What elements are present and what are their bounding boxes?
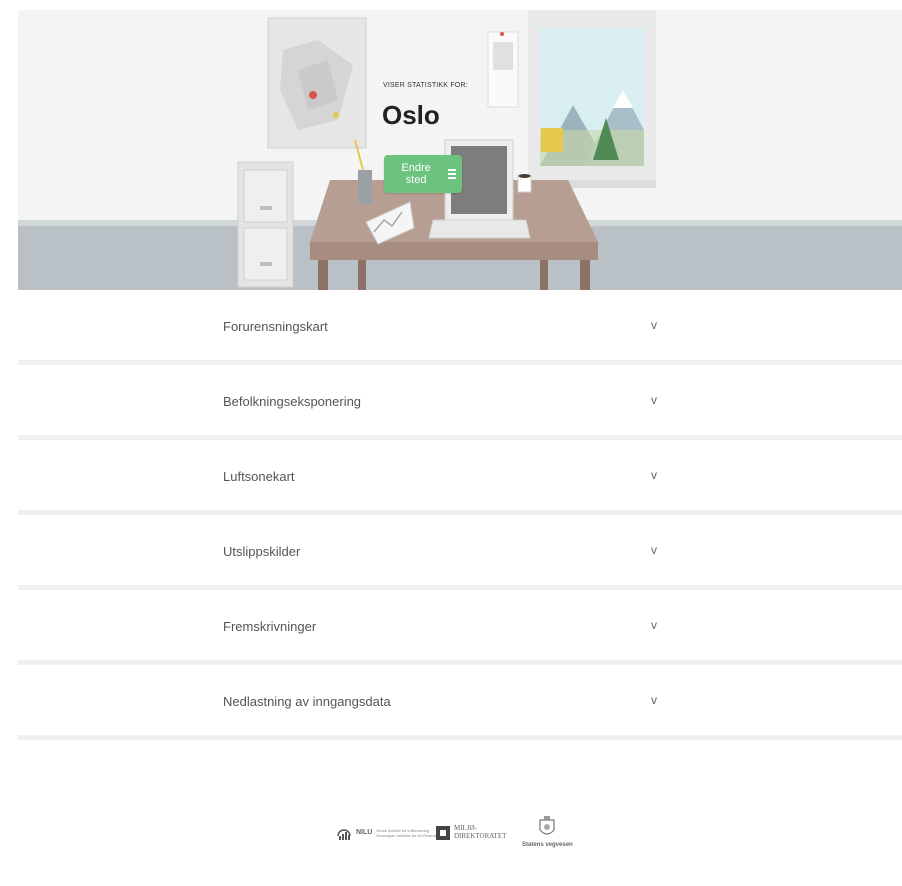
menu-icon (448, 167, 456, 181)
section-label: Nedlastning av inngangsdata (223, 694, 391, 709)
section-utslippskilder[interactable]: Utslippskilder v (18, 515, 902, 590)
section-fremskrivninger[interactable]: Fremskrivninger v (18, 590, 902, 665)
section-befolkningseksponering[interactable]: Befolkningseksponering v (18, 365, 902, 440)
accordion-list: Forurensningskart v Befolkningseksponeri… (18, 290, 902, 740)
vegvesen-crest-icon (539, 816, 555, 835)
vegvesen-name: Statens vegvesen (522, 842, 573, 848)
nilu-line2: Norwegian Institute for Air Research (376, 833, 441, 838)
nilu-name: NILU (356, 829, 373, 837)
section-label: Befolkningseksponering (223, 394, 362, 409)
city-name: Oslo (382, 100, 440, 130)
chevron-down-icon[interactable]: v (651, 693, 657, 707)
section-forurensningskart[interactable]: Forurensningskart v (18, 290, 902, 365)
office-illustration (18, 10, 902, 290)
chevron-down-icon[interactable]: v (651, 318, 657, 332)
section-label: Fremskrivninger (223, 619, 317, 634)
section-luftsonekart[interactable]: Luftsonekart v (18, 440, 902, 515)
map-poster (267, 17, 367, 149)
window (528, 10, 656, 188)
footer-logos: NILU Norsk institutt for luftforskning N… (0, 808, 902, 878)
change-location-button[interactable]: Endre sted (384, 155, 462, 193)
filing-cabinet (237, 161, 294, 288)
stats-caption: VISER STATISTIKK FOR: (383, 82, 468, 89)
chevron-down-icon[interactable]: v (651, 618, 657, 632)
statens-vegvesen-logo[interactable]: Statens vegvesen (522, 816, 573, 848)
miljodirektoratet-logo[interactable]: MILJØ- DIREKTORATET (436, 824, 507, 840)
change-location-label: Endre sted (401, 162, 431, 186)
miljodirektoratet-icon (436, 825, 450, 840)
chevron-down-icon[interactable]: v (651, 468, 657, 482)
miljo-line2: DIREKTORATET (454, 831, 507, 840)
section-nedlastning[interactable]: Nedlastning av inngangsdata v (18, 665, 902, 740)
nilu-icon (337, 829, 351, 840)
chevron-down-icon[interactable]: v (651, 543, 657, 557)
section-label: Forurensningskart (223, 319, 328, 334)
nilu-logo[interactable]: NILU Norsk institutt for luftforskning N… (336, 822, 440, 844)
section-label: Utslippskilder (223, 544, 301, 559)
hero-banner: VISER STATISTIKK FOR: Oslo Endre sted (18, 10, 902, 290)
section-label: Luftsonekart (223, 469, 295, 484)
chevron-down-icon[interactable]: v (651, 393, 657, 407)
